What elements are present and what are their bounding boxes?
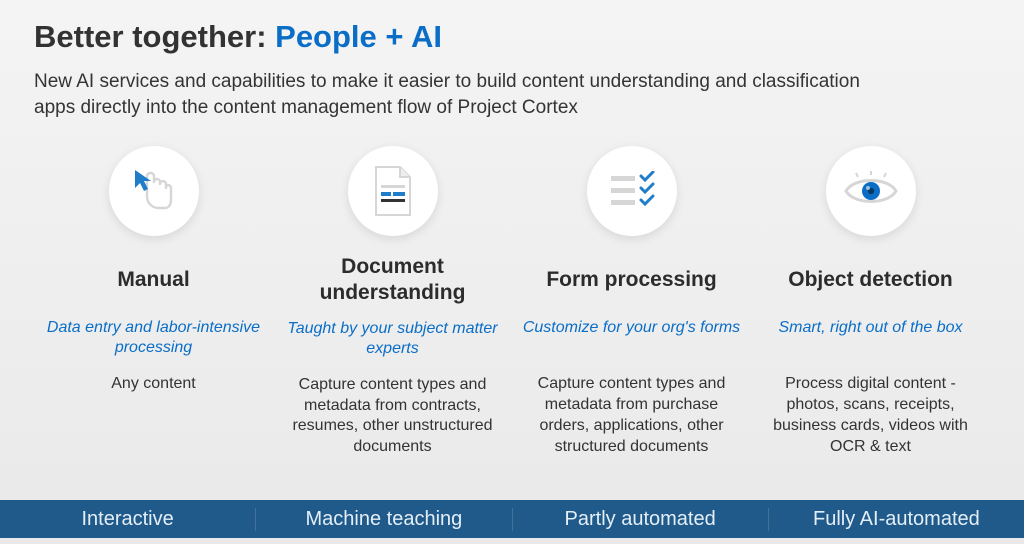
- col-manual-body: Any content: [40, 374, 267, 395]
- document-icon: [348, 146, 438, 236]
- form-icon: [587, 146, 677, 236]
- col-obj-title: Object detection: [757, 254, 984, 304]
- footer-interactive: Interactive: [0, 508, 256, 531]
- col-form-body: Capture content types and metadata from …: [518, 374, 745, 457]
- checklist-icon: [607, 171, 657, 211]
- slide-title: Better together: People + AI: [34, 18, 990, 55]
- footer-bar: Interactive Machine teaching Partly auto…: [0, 500, 1024, 538]
- object-detection-icon: [826, 146, 916, 236]
- col-obj-tagline: Smart, right out of the box: [757, 318, 984, 360]
- col-document-understanding: Document understanding Taught by your su…: [273, 146, 512, 458]
- columns-row: Manual Data entry and labor-intensive pr…: [34, 146, 990, 458]
- footer-partly-automated: Partly automated: [513, 508, 769, 531]
- col-manual-title: Manual: [40, 254, 267, 304]
- document-file-icon: [372, 165, 414, 217]
- hand-cursor-icon: [129, 166, 179, 216]
- col-docu-tagline: Taught by your subject matter experts: [279, 319, 506, 361]
- col-docu-body: Capture content types and metadata from …: [279, 375, 506, 458]
- footer-fully-automated: Fully AI-automated: [769, 508, 1024, 531]
- slide: Better together: People + AI New AI serv…: [0, 0, 1024, 544]
- col-form-tagline: Customize for your org's forms: [518, 318, 745, 360]
- col-manual-tagline: Data entry and labor-intensive processin…: [40, 318, 267, 360]
- col-form-processing: Form processing Customize for your org's…: [512, 146, 751, 458]
- col-manual: Manual Data entry and labor-intensive pr…: [34, 146, 273, 458]
- slide-subtitle: New AI services and capabilities to make…: [34, 69, 874, 120]
- col-obj-body: Process digital content - photos, scans,…: [757, 374, 984, 457]
- title-prefix: Better together:: [34, 19, 275, 54]
- manual-icon: [109, 146, 199, 236]
- col-form-title: Form processing: [518, 254, 745, 304]
- footer-machine-teaching: Machine teaching: [256, 508, 512, 531]
- col-docu-title: Document understanding: [279, 254, 506, 304]
- title-accent: People + AI: [275, 19, 442, 54]
- col-object-detection: Object detection Smart, right out of the…: [751, 146, 990, 458]
- eye-icon: [842, 171, 900, 211]
